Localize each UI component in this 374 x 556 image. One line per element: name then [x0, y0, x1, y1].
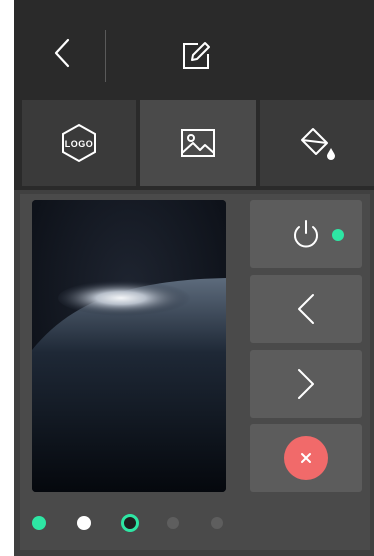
image-icon	[181, 129, 215, 157]
divider	[105, 30, 106, 82]
close-button[interactable]	[250, 424, 362, 492]
image-preview	[32, 200, 226, 492]
close-circle	[284, 436, 328, 480]
top-bar	[14, 0, 374, 96]
content-inner	[20, 194, 370, 550]
power-button[interactable]	[250, 200, 362, 268]
chevron-left-icon	[54, 38, 70, 68]
preview-image	[32, 200, 226, 492]
next-button[interactable]	[250, 350, 362, 418]
status-indicator	[332, 229, 344, 241]
paint-bucket-icon	[301, 128, 335, 160]
control-panel: LOGO	[14, 0, 374, 556]
logo-hexagon-icon: LOGO	[62, 123, 96, 163]
chevron-left-icon	[298, 294, 314, 324]
edit-square-icon	[183, 42, 210, 69]
edit-button[interactable]	[178, 38, 214, 74]
page-dot[interactable]	[211, 517, 223, 529]
content-area	[14, 190, 374, 556]
close-icon	[301, 453, 311, 463]
chevron-right-icon	[298, 369, 314, 399]
tab-logo[interactable]: LOGO	[22, 100, 136, 186]
page-dot[interactable]	[32, 516, 46, 530]
back-button[interactable]	[40, 28, 86, 74]
svg-text:LOGO: LOGO	[65, 139, 94, 149]
power-icon	[294, 220, 318, 248]
pagination-dots	[20, 512, 250, 536]
page-dot[interactable]	[77, 516, 91, 530]
tab-image[interactable]	[140, 100, 256, 186]
page-dot[interactable]	[167, 517, 179, 529]
tab-fill[interactable]	[260, 100, 374, 186]
previous-button[interactable]	[250, 275, 362, 343]
page-dot-current[interactable]	[121, 514, 139, 532]
tab-bar: LOGO	[14, 100, 374, 186]
